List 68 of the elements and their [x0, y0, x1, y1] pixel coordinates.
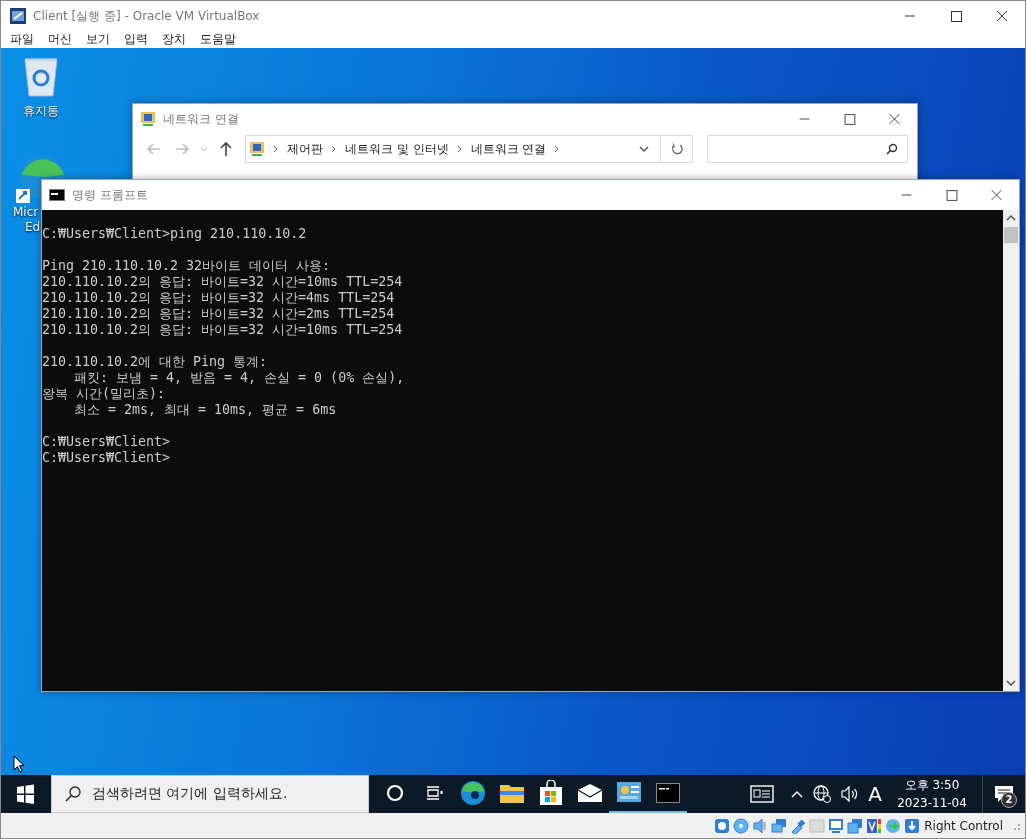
menu-item[interactable]: 머신 — [48, 31, 72, 49]
menu-item[interactable]: 도움말 — [200, 31, 236, 49]
cube-icon — [9, 7, 27, 25]
clock[interactable]: 오후 3:50 2023-11-04 — [890, 776, 974, 813]
globe-icon[interactable] — [812, 784, 833, 805]
envelope-icon — [576, 783, 603, 804]
window-title: Client [실행 중] - Oracle VM VirtualBox — [33, 7, 261, 25]
network-folder-icon — [140, 111, 156, 128]
chevron-icon — [273, 144, 279, 155]
display-icon[interactable] — [828, 817, 845, 834]
menu-item[interactable]: 파일 — [10, 31, 34, 49]
usb-plug-icon[interactable] — [790, 817, 807, 834]
console-line: C:₩Users₩Client>ping 210.110.10.2 — [42, 226, 308, 243]
scroll-thumb[interactable] — [1004, 227, 1018, 244]
chevron-icon — [554, 144, 561, 155]
address-bar[interactable]: 제어판 네트워크 및 인터넷 네트워크 연결 — [245, 135, 661, 164]
menu-item[interactable]: 보기 — [86, 31, 110, 49]
console-line: 210.110.10.2의 응답: 바이트=32 시간=4ms TTL=254 — [42, 290, 396, 307]
console-line: Ping 210.110.10.2 32바이트 데이터 사용: — [42, 258, 332, 275]
chevron-icon — [456, 144, 463, 155]
search-icon — [64, 785, 82, 804]
console-line: 패킷: 보냄 = 4, 받음 = 4, 손실 = 0 (0% 손실), — [73, 370, 406, 387]
refresh-button[interactable] — [661, 135, 693, 164]
news-icon[interactable] — [750, 784, 777, 805]
search-field[interactable]: 검색하려면 여기에 입력하세요. — [51, 775, 369, 814]
clock-time: 오후 3:50 — [904, 777, 960, 795]
console-line: C:₩Users₩Client> — [42, 450, 172, 467]
console-line: 210.110.10.2의 응답: 바이트=32 시간=10ms TTL=254 — [42, 322, 404, 339]
input-indicator[interactable]: A — [868, 782, 882, 807]
breadcrumb[interactable]: 제어판 — [287, 140, 323, 158]
control-panel-icon — [616, 782, 641, 805]
console-line: 210.110.10.2의 응답: 바이트=32 시간=10ms TTL=254 — [42, 274, 404, 291]
shopping-bag-icon — [538, 780, 563, 807]
console-line: 210.110.10.2의 응답: 바이트=32 시간=2ms TTL=254 — [42, 306, 396, 323]
icon-label: Micr — [13, 205, 39, 221]
menu-item[interactable]: 장치 — [162, 31, 186, 49]
circle-icon — [384, 783, 405, 804]
disc-icon[interactable] — [733, 817, 750, 834]
host-key-label: Right Control — [924, 818, 1003, 833]
search-placeholder: 검색하려면 여기에 입력하세요. — [92, 785, 288, 804]
windows-stack-icon[interactable] — [847, 817, 864, 834]
icon-label: 휴지통 — [23, 104, 59, 120]
window-title: 명령 프롬프트 — [72, 186, 149, 204]
network-folder-icon — [249, 141, 265, 158]
console-line: 210.110.10.2에 대한 Ping 통계: — [42, 354, 269, 371]
v-meter-icon[interactable] — [866, 817, 883, 834]
console-icon — [49, 189, 65, 202]
notification-badge: 2 — [1001, 792, 1017, 809]
browser-icon — [459, 780, 486, 807]
icon-label: Ed — [24, 220, 41, 236]
download-icon[interactable] — [904, 817, 921, 834]
breadcrumb[interactable]: 네트워크 연결 — [470, 140, 547, 158]
search-field[interactable] — [707, 135, 908, 164]
console-line: 왕복 시간(밀리초): — [42, 386, 167, 403]
window-title: 네트워크 연결 — [163, 110, 240, 128]
breadcrumb[interactable]: 네트워크 및 인터넷 — [345, 140, 449, 158]
dropdown-button[interactable] — [638, 144, 650, 155]
chevron-icon — [331, 144, 337, 155]
clock-date: 2023-11-04 — [897, 795, 967, 813]
menu-item[interactable]: 입력 — [124, 31, 148, 49]
monitors-icon[interactable] — [771, 817, 788, 834]
search-icon — [886, 143, 898, 156]
scrollbar[interactable] — [1003, 210, 1019, 692]
console-line: C:₩Users₩Client> — [42, 434, 172, 451]
recycle-bin-icon[interactable] — [21, 56, 61, 99]
console-icon — [655, 783, 680, 804]
mouse-pointer-icon — [13, 755, 25, 774]
console-line: 최소 = 2ms, 최대 = 10ms, 평균 = 6ms — [73, 402, 338, 419]
